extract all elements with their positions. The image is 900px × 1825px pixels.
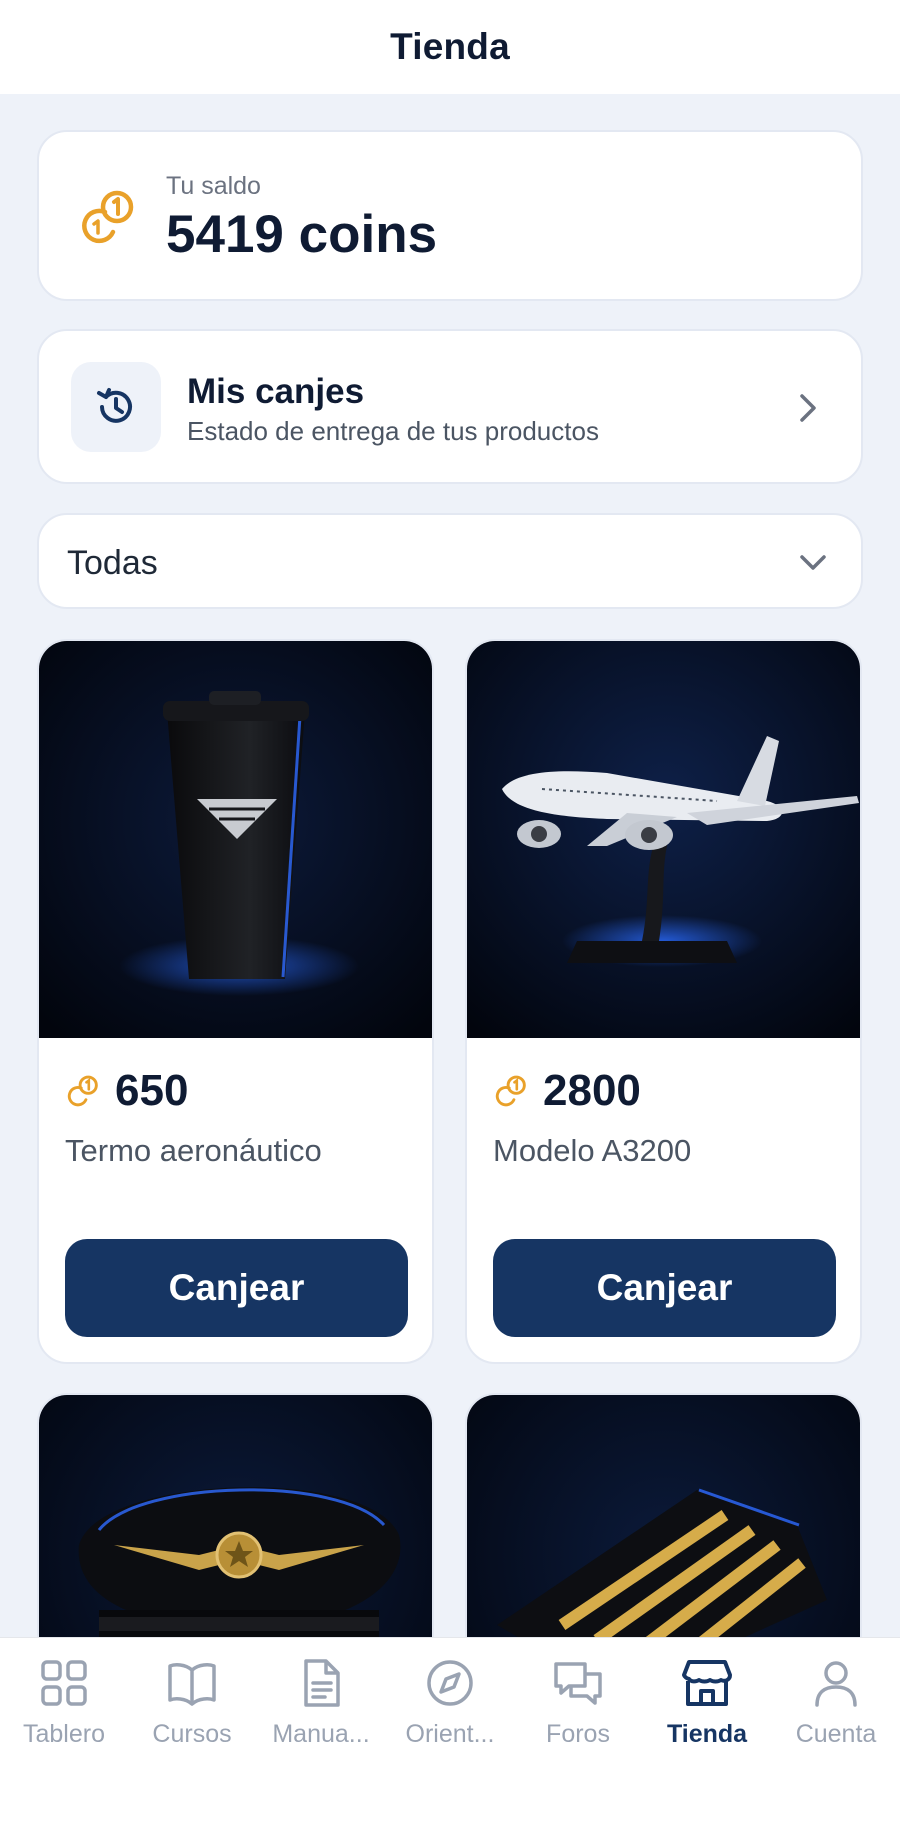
- price-row: 2800: [493, 1066, 641, 1116]
- product-price: 2800: [543, 1066, 641, 1115]
- coins-icon: [82, 190, 134, 244]
- dashboard-icon: [41, 1660, 87, 1706]
- black-tumbler-photo: [39, 641, 432, 1038]
- my-redeems-card[interactable]: Mis canjes Estado de entrega de tus prod…: [37, 329, 863, 484]
- my-redeems-subtitle: Estado de entrega de tus productos: [187, 416, 599, 446]
- price-row: 650: [65, 1066, 188, 1116]
- product-name: Modelo A3200: [493, 1133, 692, 1168]
- coins-icon: [67, 1075, 98, 1107]
- tab-label: Tienda: [666, 1720, 748, 1748]
- page-title: Tienda: [390, 26, 510, 67]
- tab-tienda[interactable]: Tienda: [643, 1656, 771, 1766]
- chat-icon: [554, 1662, 602, 1705]
- tab-foros[interactable]: Foros: [514, 1656, 642, 1766]
- tab-label: Orient...: [405, 1720, 495, 1748]
- redeem-button[interactable]: Canjear: [493, 1239, 836, 1337]
- redeem-button[interactable]: Canjear: [65, 1239, 408, 1337]
- balance-amount: 5419 coins: [166, 205, 438, 264]
- balance-card: Tu saldo 5419 coins: [37, 130, 863, 301]
- product-card: 650 Termo aeronáutico Canjear: [37, 639, 434, 1364]
- category-select-value: Todas: [67, 544, 158, 582]
- chevron-down-icon: [800, 555, 826, 570]
- tab-label: Cuenta: [795, 1720, 877, 1748]
- my-redeems-title: Mis canjes: [187, 372, 365, 411]
- chevron-right-icon: [800, 394, 816, 422]
- tab-tablero[interactable]: Tablero: [0, 1656, 128, 1766]
- airplane-model-photo: [467, 641, 860, 1038]
- compass-icon: [427, 1660, 473, 1706]
- category-select[interactable]: Todas: [37, 513, 863, 609]
- tab-label: Cursos: [152, 1720, 232, 1748]
- user-icon: [815, 1661, 857, 1707]
- tab-label: Tablero: [23, 1720, 105, 1748]
- tab-manuales[interactable]: Manua...: [257, 1656, 385, 1766]
- tab-orientacion[interactable]: Orient...: [386, 1656, 514, 1766]
- product-name: Termo aeronáutico: [65, 1133, 322, 1168]
- coins-icon: [495, 1075, 526, 1107]
- tab-cursos[interactable]: Cursos: [128, 1656, 256, 1766]
- tab-label: Foros: [546, 1720, 610, 1748]
- document-icon: [304, 1659, 340, 1707]
- tab-cuenta[interactable]: Cuenta: [772, 1656, 900, 1766]
- history-icon-box: [71, 362, 161, 452]
- tab-label: Manua...: [272, 1720, 370, 1748]
- top-app-bar: Tienda: [0, 0, 900, 94]
- bottom-tab-bar: Tablero Cursos Manua... Orient... Foros: [0, 1638, 900, 1825]
- product-card: 2800 Modelo A3200 Canjear: [465, 639, 862, 1364]
- product-price: 650: [115, 1066, 189, 1115]
- history-icon: [97, 388, 132, 423]
- book-icon: [168, 1663, 216, 1706]
- store-icon: [682, 1660, 732, 1706]
- balance-label: Tu saldo: [166, 172, 261, 200]
